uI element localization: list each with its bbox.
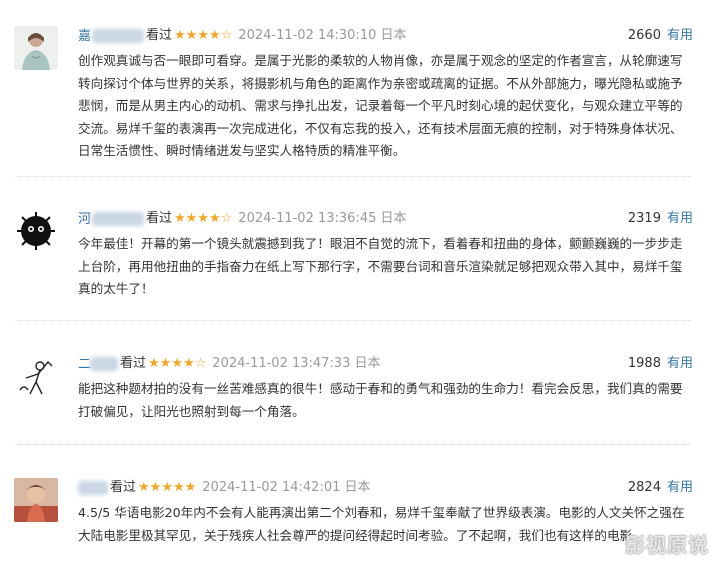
vote-area: 1988 有用 — [628, 354, 693, 374]
review-text: 创作观真诚与否一眼即可看穿。是属于光影的柔软的人物肖像，亦是属于观念的坚定的作者… — [78, 53, 683, 158]
username-link[interactable]: 河 — [78, 210, 144, 228]
avatar[interactable] — [14, 478, 58, 522]
useful-button[interactable]: 有用 — [667, 480, 693, 495]
username-link[interactable] — [78, 479, 108, 497]
vote-area: 2824 有用 — [628, 478, 693, 498]
avatar[interactable] — [14, 209, 58, 253]
divider — [14, 176, 691, 177]
divider — [14, 444, 691, 445]
vote-count: 1988 — [627, 356, 661, 371]
vote-area: 2319 有用 — [628, 209, 693, 229]
username-link[interactable]: 二 — [78, 355, 118, 373]
useful-button[interactable]: 有用 — [667, 356, 693, 371]
watermark: 影视原说 — [625, 533, 709, 557]
vote-area: 2660 有用 — [628, 26, 693, 46]
rating-stars: ★★★★☆ — [174, 211, 233, 226]
vote-count: 2660 — [627, 28, 661, 43]
review-text: 今年最佳！开幕的第一个镜头就震撼到我了！眼泪不自觉的流下，看着春和扭曲的身体，颤… — [78, 236, 683, 296]
watched-label: 看过 — [146, 211, 173, 226]
review-time: 2024-11-02 13:36:45 日本 — [238, 211, 407, 226]
rating-stars: ★★★★☆ — [148, 356, 207, 371]
watched-label: 看过 — [146, 28, 173, 43]
vote-count: 2824 — [627, 480, 661, 495]
review-text: 能把这种题材拍的没有一丝苦难感真的很牛！感动于春和的勇气和强劲的生命力！看完会反… — [78, 381, 683, 419]
review-meta: 嘉 看过 ★★★★☆ 2024-11-02 14:30:10 日本 — [78, 26, 407, 46]
review-time: 2024-11-02 14:30:10 日本 — [238, 28, 407, 43]
watched-label: 看过 — [120, 356, 147, 371]
username-link[interactable]: 嘉 — [78, 27, 144, 45]
vote-count: 2319 — [627, 211, 661, 226]
useful-button[interactable]: 有用 — [667, 28, 693, 43]
review-meta: 河 看过 ★★★★☆ 2024-11-02 13:36:45 日本 — [78, 209, 407, 229]
rating-stars: ★★★★☆ — [174, 28, 233, 43]
review-meta: 看过 ★★★★★ 2024-11-02 14:42:01 日本 — [78, 478, 371, 498]
avatar[interactable] — [14, 26, 58, 70]
review-time: 2024-11-02 14:42:01 日本 — [202, 480, 371, 495]
useful-button[interactable]: 有用 — [667, 211, 693, 226]
review-meta: 二 看过 ★★★★☆ 2024-11-02 13:47:33 日本 — [78, 354, 381, 374]
review-time: 2024-11-02 13:47:33 日本 — [212, 356, 381, 371]
divider — [14, 320, 691, 321]
watched-label: 看过 — [110, 480, 137, 495]
avatar[interactable] — [14, 354, 58, 398]
review-text: 4.5/5 华语电影20年内不会有人能再演出第二个刘春和，易烊千玺奉献了世界级表… — [78, 505, 685, 543]
rating-stars: ★★★★★ — [138, 480, 197, 495]
